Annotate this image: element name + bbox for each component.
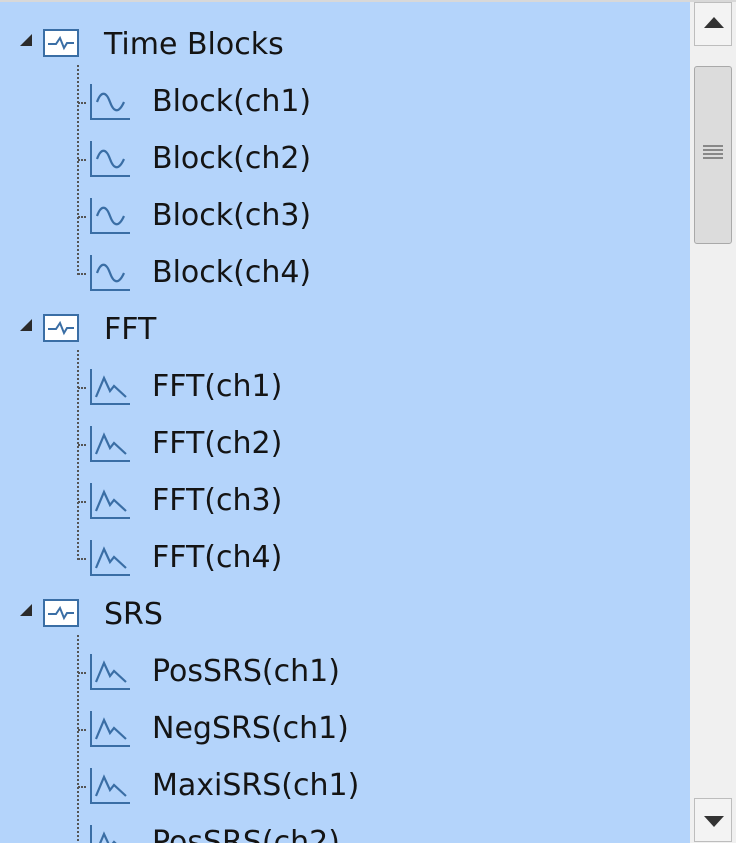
group-signal-icon [42,312,80,348]
tree-connector [78,558,86,560]
tree-item[interactable]: PosSRS(ch1) [0,644,690,700]
scroll-down-arrow-icon [704,816,724,827]
tree-group-label: FFT [104,312,157,347]
group-signal-icon [42,597,80,633]
tree-item-label: FFT(ch1) [152,369,283,404]
tree-connector [78,729,86,731]
sine-wave-icon [88,139,132,183]
tree-group-label: SRS [104,597,163,632]
tree-connector [78,444,86,446]
scroll-thumb[interactable] [694,66,732,244]
tree-connector [78,501,86,503]
expand-collapse-icon[interactable] [20,319,32,331]
vertical-scrollbar[interactable] [690,2,736,843]
tree-view-panel: Time Blocks Block(ch1) Block(ch2) Block(ch3… [0,0,736,843]
tree-view[interactable]: Time Blocks Block(ch1) Block(ch2) Block(ch3… [0,2,690,843]
tree-item[interactable]: Block(ch2) [0,131,690,187]
expand-collapse-icon[interactable] [20,34,32,46]
tree-item-label: MaxiSRS(ch1) [152,768,360,803]
tree-group-time-blocks[interactable]: Time Blocks [0,17,690,73]
tree-item[interactable]: Block(ch3) [0,188,690,244]
tree-item-label: Block(ch1) [152,84,312,119]
tree-connector [78,273,86,275]
tree-item-label: PosSRS(ch2) [152,825,340,843]
spectrum-icon [88,424,132,468]
tree-item-label: Block(ch2) [152,141,312,176]
tree-connector [78,216,86,218]
tree-item[interactable]: FFT(ch4) [0,530,690,586]
tree-item[interactable]: PosSRS(ch2) [0,815,690,843]
expand-collapse-icon[interactable] [20,604,32,616]
tree-item[interactable]: NegSRS(ch1) [0,701,690,757]
sine-wave-icon [88,196,132,240]
tree-connector [78,387,86,389]
sine-wave-icon [88,253,132,297]
tree-connector [78,159,86,161]
tree-item-label: FFT(ch2) [152,426,283,461]
tree-group-fft[interactable]: FFT [0,302,690,358]
tree-group-label: Time Blocks [104,27,284,62]
spectrum-icon [88,538,132,582]
tree-item-label: NegSRS(ch1) [152,711,349,746]
grip-icon [703,145,723,159]
scroll-down-button[interactable] [694,798,732,842]
tree-connector [78,102,86,104]
tree-connector [78,672,86,674]
tree-guide-line [77,635,79,843]
spectrum-icon [88,367,132,411]
spectrum-icon [88,823,132,843]
group-signal-icon [42,27,80,63]
scroll-up-button[interactable] [694,2,732,46]
tree-item-label: Block(ch3) [152,198,312,233]
scroll-up-arrow-icon [704,17,724,28]
tree-item[interactable]: Block(ch4) [0,245,690,301]
tree-item[interactable]: FFT(ch3) [0,473,690,529]
tree-guide-line [77,65,79,275]
tree-item[interactable]: Block(ch1) [0,74,690,130]
tree-guide-line [77,350,79,560]
tree-item-label: FFT(ch4) [152,540,283,575]
tree-item-label: FFT(ch3) [152,483,283,518]
tree-group-srs[interactable]: SRS [0,587,690,643]
spectrum-icon [88,709,132,753]
tree-item[interactable]: FFT(ch1) [0,359,690,415]
tree-connector [78,786,86,788]
tree-item-label: Block(ch4) [152,255,312,290]
tree-item-label: PosSRS(ch1) [152,654,340,689]
tree-item[interactable]: MaxiSRS(ch1) [0,758,690,814]
spectrum-icon [88,766,132,810]
sine-wave-icon [88,82,132,126]
spectrum-icon [88,652,132,696]
spectrum-icon [88,481,132,525]
tree-item[interactable]: FFT(ch2) [0,416,690,472]
